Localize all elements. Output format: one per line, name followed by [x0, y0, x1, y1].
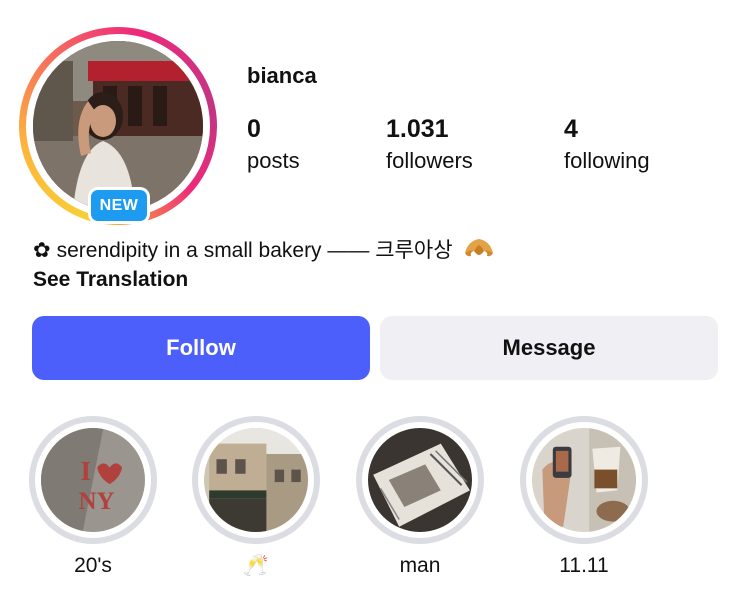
highlight-item[interactable]: 🥂 — [192, 416, 320, 580]
username: bianca — [247, 63, 317, 88]
see-translation-link[interactable]: See Translation — [33, 268, 188, 292]
highlight-caption: 11.11 — [559, 554, 609, 577]
highlight-thumbnail — [368, 428, 472, 532]
highlight-item[interactable]: I NY 20's — [29, 416, 157, 580]
highlight-thumbnail — [532, 428, 636, 532]
bio: ✿ serendipity in a small bakery —— 크루아상 — [33, 235, 496, 266]
followers-count: 1.031 — [386, 115, 449, 143]
posts-count: 0 — [247, 115, 261, 143]
avatar-photo — [33, 41, 203, 211]
highlight-item[interactable]: man — [356, 416, 484, 580]
highlight-thumbnail — [204, 428, 308, 532]
highlight-caption: 🥂 — [242, 554, 270, 577]
highlight-caption: 20's — [74, 554, 112, 577]
following-label: following — [564, 148, 650, 173]
flower-icon: ✿ — [33, 239, 51, 262]
new-badge: NEW — [88, 187, 150, 224]
stat-following[interactable]: 4 following — [564, 114, 650, 176]
highlight-ring: I NY — [29, 416, 157, 544]
stat-posts[interactable]: 0 posts — [247, 114, 300, 176]
highlight-thumbnail: I NY — [41, 428, 145, 532]
highlight-ring — [520, 416, 648, 544]
highlight-ring — [356, 416, 484, 544]
follow-button[interactable]: Follow — [32, 316, 370, 380]
svg-text:NY: NY — [78, 488, 114, 515]
highlight-ring — [192, 416, 320, 544]
highlight-caption: man — [399, 554, 441, 577]
following-count: 4 — [564, 115, 578, 143]
profile-avatar[interactable]: NEW — [19, 27, 217, 225]
message-button[interactable]: Message — [380, 316, 718, 380]
croissant-icon — [465, 239, 494, 257]
stat-followers[interactable]: 1.031 followers — [386, 114, 473, 176]
followers-label: followers — [386, 148, 473, 173]
highlight-item[interactable]: 11.11 — [520, 416, 648, 580]
bio-text: serendipity in a small bakery —— 크루아상 — [56, 239, 453, 262]
posts-label: posts — [247, 148, 300, 173]
svg-text:I: I — [81, 456, 92, 486]
